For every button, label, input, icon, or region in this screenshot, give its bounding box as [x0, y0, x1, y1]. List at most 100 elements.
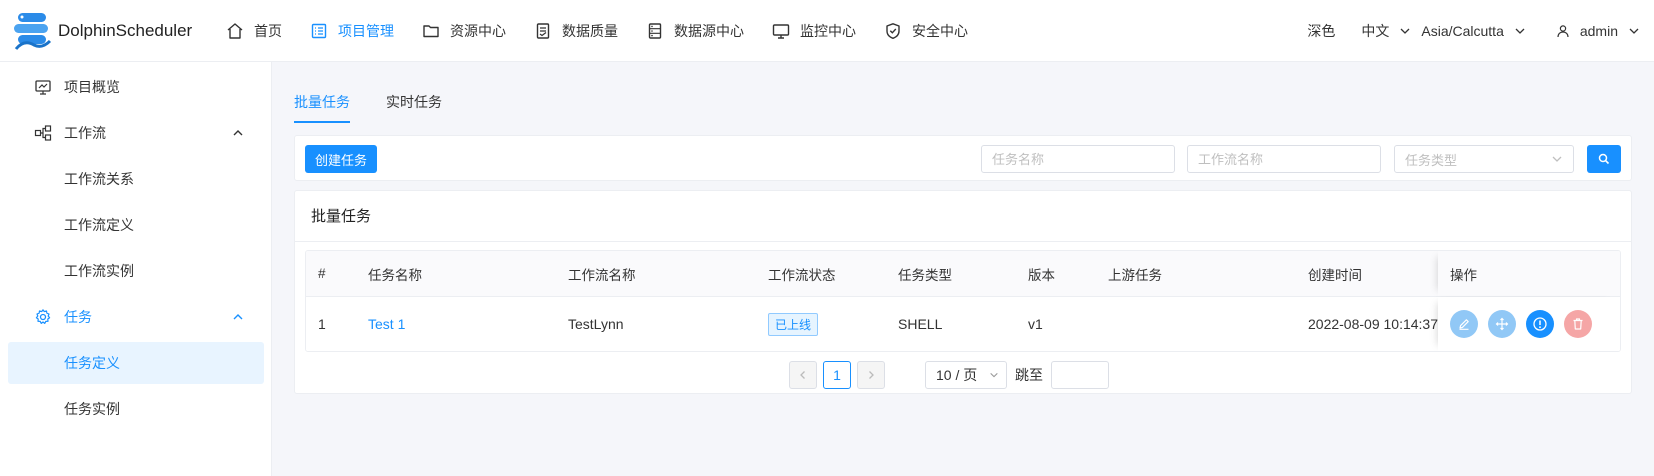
ops-header-fixed: 操作: [1438, 251, 1620, 296]
search-toolbar: 创建任务 任务类型: [294, 135, 1632, 181]
folder-icon: [422, 22, 440, 40]
nav-datasource-center-label: 数据源中心: [674, 22, 744, 39]
nav-security-center-label: 安全中心: [912, 22, 968, 39]
col-workflow-status: 工作流状态: [768, 267, 836, 283]
nav-data-quality[interactable]: 数据质量: [526, 0, 638, 62]
chevron-right-icon: [866, 370, 876, 380]
workflow-icon: [34, 124, 52, 142]
ops-cell-fixed: [1438, 297, 1620, 351]
col-workflow-name: 工作流名称: [568, 267, 636, 283]
sidebar: 项目概览 工作流 工作流关系 工作流定义 工作流实例 任务 任务定义 任务实例: [0, 62, 272, 476]
table-row: 1 Test 1 TestLynn 已上线 SHELL v1 2022-08-0…: [306, 297, 1620, 351]
edit-icon: [1457, 317, 1471, 331]
trash-icon: [1571, 317, 1585, 331]
dolphin-logo-icon: [10, 9, 56, 53]
search-button[interactable]: [1587, 145, 1621, 173]
task-table: # 任务名称 工作流名称 工作流状态 任务类型 版本 上游任务 创建时间 操作 …: [305, 250, 1621, 352]
sidebar-item-project-overview[interactable]: 项目概览: [8, 66, 264, 108]
list-icon: [310, 22, 328, 40]
workflow-name-input[interactable]: [1187, 145, 1381, 173]
row-created-at: 2022-08-09 10:14:37: [1308, 316, 1438, 332]
language-select[interactable]: 中文: [1361, 21, 1411, 41]
col-created-at: 创建时间: [1308, 267, 1362, 283]
chevron-down-icon: [1399, 25, 1411, 37]
tab-stream-task[interactable]: 实时任务: [386, 82, 442, 122]
user-menu[interactable]: admin: [1556, 23, 1640, 39]
nav-security-center[interactable]: 安全中心: [876, 0, 988, 62]
version-info-button[interactable]: [1526, 310, 1554, 338]
nav-datasource-center[interactable]: 数据源中心: [638, 0, 764, 62]
timezone-label: Asia/Calcutta: [1421, 23, 1504, 39]
page-1-button[interactable]: 1: [823, 361, 851, 389]
sidebar-item-label: 项目概览: [64, 79, 120, 95]
sidebar-item-label: 工作流定义: [64, 217, 134, 233]
language-label: 中文: [1361, 23, 1390, 39]
task-type-select[interactable]: 任务类型: [1394, 145, 1574, 173]
nav-resource-center-label: 资源中心: [450, 22, 506, 39]
theme-toggle[interactable]: 深色: [1307, 21, 1335, 41]
card-title: 批量任务: [311, 208, 372, 225]
create-task-button[interactable]: 创建任务: [305, 145, 378, 173]
sidebar-item-workflow-relation[interactable]: 工作流关系: [8, 158, 264, 200]
batch-task-card: 批量任务 # 任务名称 工作流名称 工作流状态 任务类型 版本 上游任务 创建时…: [294, 190, 1632, 394]
theme-label: 深色: [1307, 23, 1336, 39]
header-right: 深色 中文 Asia/Calcutta admin: [1307, 0, 1654, 62]
monitor-icon: [772, 22, 790, 40]
delete-button[interactable]: [1564, 310, 1592, 338]
next-page-button[interactable]: [857, 361, 885, 389]
col-index: #: [318, 266, 326, 281]
home-icon: [226, 22, 244, 40]
nav-home[interactable]: 首页: [218, 0, 302, 62]
row-task-name-link[interactable]: Test 1: [368, 297, 405, 351]
user-icon: [1556, 24, 1570, 38]
table-header: # 任务名称 工作流名称 工作流状态 任务类型 版本 上游任务 创建时间 操作: [306, 251, 1620, 297]
task-type-placeholder: 任务类型: [1405, 152, 1458, 168]
nav-monitor-center[interactable]: 监控中心: [764, 0, 876, 62]
nav-data-quality-label: 数据质量: [562, 22, 618, 39]
database-icon: [646, 22, 664, 40]
sidebar-item-label: 工作流关系: [64, 171, 134, 187]
nav-project-management-label: 项目管理: [338, 22, 394, 39]
move-button[interactable]: [1488, 310, 1516, 338]
sidebar-item-workflow[interactable]: 工作流: [8, 112, 264, 154]
sidebar-item-task-definition[interactable]: 任务定义: [8, 342, 264, 384]
top-header: DolphinScheduler 首页 项目管理 资源中心 数据质量 数据源中心…: [0, 0, 1654, 62]
sidebar-item-task-instance[interactable]: 任务实例: [8, 388, 264, 430]
move-icon: [1495, 317, 1509, 331]
sidebar-item-task[interactable]: 任务: [8, 296, 264, 338]
nav-project-management[interactable]: 项目管理: [302, 0, 414, 62]
nav-home-label: 首页: [254, 22, 282, 39]
pagination: 1 10 / 页 跳至: [295, 361, 1631, 389]
chevron-left-icon: [798, 370, 808, 380]
task-tabs: 批量任务 实时任务: [294, 82, 478, 123]
row-workflow-status: 已上线: [768, 297, 819, 351]
task-name-link[interactable]: Test 1: [368, 316, 405, 332]
document-icon: [534, 22, 552, 40]
col-operations: 操作: [1450, 267, 1477, 283]
sidebar-item-label: 任务定义: [64, 355, 120, 371]
nav-resource-center[interactable]: 资源中心: [414, 0, 526, 62]
user-name: admin: [1579, 23, 1618, 39]
col-upstream: 上游任务: [1108, 267, 1162, 283]
prev-page-button[interactable]: [789, 361, 817, 389]
sidebar-item-workflow-instance[interactable]: 工作流实例: [8, 250, 264, 292]
jump-label: 跳至: [1015, 367, 1043, 383]
sidebar-item-workflow-definition[interactable]: 工作流定义: [8, 204, 264, 246]
task-name-input[interactable]: [981, 145, 1175, 173]
chevron-down-icon: [1628, 25, 1640, 37]
jump-page-input[interactable]: [1051, 361, 1109, 389]
chevron-down-icon: [1514, 25, 1526, 37]
row-version: v1: [1028, 316, 1043, 332]
main-nav: 首页 项目管理 资源中心 数据质量 数据源中心 监控中心 安全中心: [218, 0, 988, 62]
page-size-select[interactable]: 10 / 页: [925, 361, 1007, 389]
logo-text: DolphinScheduler: [58, 20, 193, 40]
edit-button[interactable]: [1450, 310, 1478, 338]
shield-icon: [884, 22, 902, 40]
tab-batch-task[interactable]: 批量任务: [294, 82, 350, 123]
logo[interactable]: DolphinScheduler: [0, 9, 218, 53]
sidebar-item-label: 工作流: [64, 125, 106, 141]
timezone-select[interactable]: Asia/Calcutta: [1421, 23, 1525, 39]
col-task-type: 任务类型: [898, 267, 952, 283]
row-index: 1: [318, 316, 326, 332]
card-divider: [295, 241, 1631, 242]
